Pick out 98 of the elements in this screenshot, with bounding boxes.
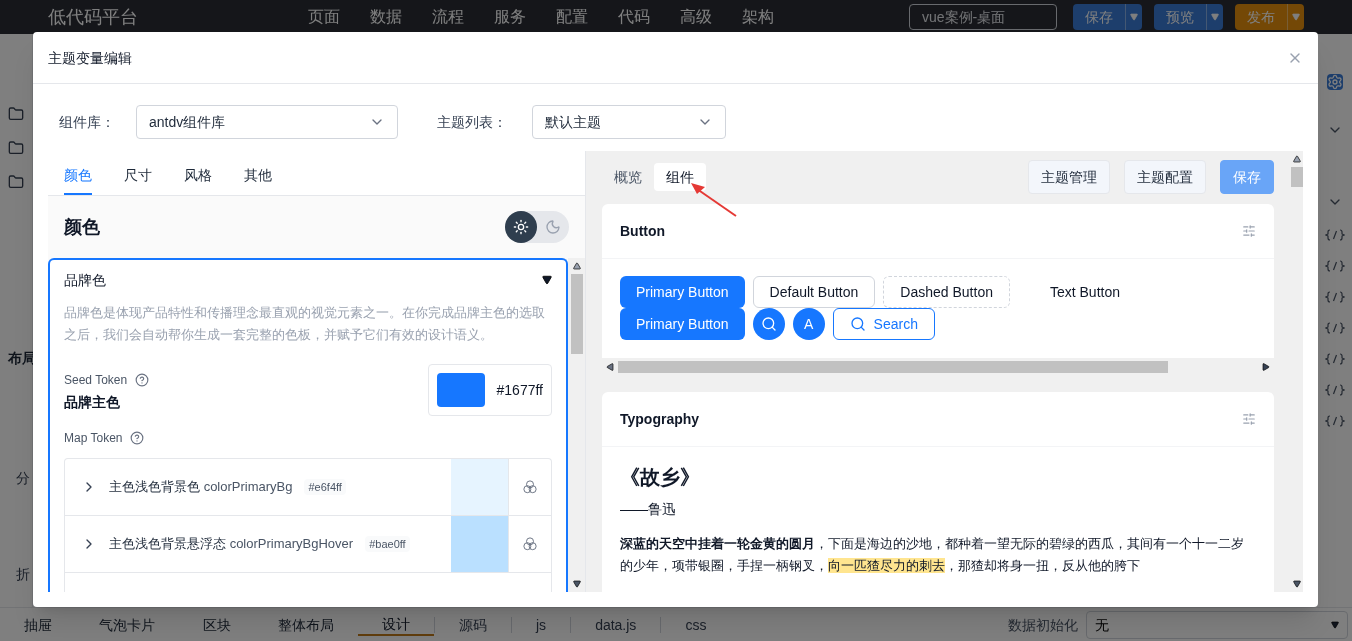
sun-icon[interactable] bbox=[505, 211, 537, 243]
scrollbar[interactable] bbox=[568, 258, 585, 592]
article-title: 《故乡》 bbox=[620, 465, 701, 490]
palette-icon[interactable] bbox=[523, 480, 537, 494]
toolbar-button[interactable]: 主题配置 bbox=[1124, 160, 1206, 194]
split-button[interactable]: 保存 bbox=[1073, 4, 1142, 30]
component-label[interactable]: 整体布局 bbox=[278, 614, 335, 635]
caret-icon[interactable] bbox=[542, 275, 552, 285]
nav-link[interactable]: 流程 bbox=[432, 5, 464, 29]
token-name: 品牌主色 bbox=[64, 393, 121, 412]
hex-tag: #bae0ff bbox=[365, 535, 410, 553]
palette-icon[interactable] bbox=[523, 537, 537, 551]
code-icon[interactable] bbox=[1325, 415, 1345, 427]
editor-tab[interactable]: 设计 bbox=[358, 613, 434, 636]
scroll-down-icon[interactable] bbox=[1292, 580, 1301, 588]
component-label[interactable]: 抽屉 bbox=[23, 614, 52, 635]
save-button[interactable]: 保存 bbox=[1220, 160, 1274, 194]
caret-icon bbox=[1211, 13, 1219, 21]
nav-link[interactable]: 页面 bbox=[308, 5, 340, 29]
card-title: Button bbox=[620, 222, 666, 241]
code-icon[interactable] bbox=[1325, 229, 1345, 241]
help-icon[interactable] bbox=[130, 431, 145, 445]
editor-tab[interactable]: js bbox=[512, 614, 571, 635]
code-icon[interactable] bbox=[1325, 322, 1345, 334]
hex-tag: #e6f4ff bbox=[304, 478, 346, 496]
caret-icon bbox=[1331, 620, 1339, 629]
nav-link[interactable]: 代码 bbox=[618, 5, 650, 29]
nav-link[interactable]: 服务 bbox=[494, 5, 526, 29]
dialog-title: 主题变量编辑 bbox=[48, 48, 132, 68]
scroll-thumb[interactable] bbox=[1290, 167, 1303, 187]
component-label[interactable]: 气泡卡片 bbox=[99, 614, 156, 635]
init-select[interactable]: 无 bbox=[1086, 610, 1348, 639]
scroll-up-icon[interactable] bbox=[1292, 155, 1301, 163]
field-label: 组件库： bbox=[59, 112, 116, 132]
circle-button[interactable]: A bbox=[792, 308, 825, 340]
field-label: 主题列表： bbox=[437, 112, 508, 132]
library-select[interactable]: antdv组件库 bbox=[136, 104, 398, 139]
nav-link[interactable]: 架构 bbox=[742, 5, 774, 29]
token-title: 主色浅色背景悬浮态 colorPrimaryBgHover bbox=[109, 535, 354, 554]
scroll-down-icon[interactable] bbox=[572, 580, 581, 588]
toolbar-button[interactable]: 主题管理 bbox=[1028, 160, 1110, 194]
token-tab[interactable]: 尺寸 bbox=[124, 165, 152, 195]
editor-tab[interactable]: 源码 bbox=[435, 614, 511, 635]
scroll-right-icon[interactable] bbox=[1262, 362, 1270, 371]
code-icon[interactable] bbox=[1325, 260, 1345, 272]
component-label[interactable]: 区块 bbox=[202, 614, 231, 635]
article-paragraph: 深蓝的天空中挂着一轮金黄的圆月，下面是海边的沙地，都种着一望无际的碧绿的西瓜，其间有一个十一二岁的少年，项带银圈，手捏一柄钢叉，向一匹猹尽力的刺去，那猹却将身一扭，反从他的胯下 bbox=[620, 535, 1245, 575]
token-tab[interactable]: 其他 bbox=[244, 165, 272, 195]
token-label: Seed Token bbox=[64, 372, 128, 388]
scroll-thumb[interactable] bbox=[570, 274, 583, 354]
editor-tab[interactable]: data.js bbox=[571, 614, 661, 635]
category-label: 折 bbox=[15, 565, 30, 584]
default-button[interactable]: Default Button bbox=[752, 276, 876, 308]
dashed-button[interactable]: Dashed Button bbox=[883, 276, 1010, 308]
token-label: Map Token bbox=[64, 430, 123, 446]
caret-icon bbox=[1292, 13, 1300, 21]
field-label: 数据初始化 bbox=[1008, 615, 1078, 635]
nav-link[interactable]: 配置 bbox=[556, 5, 588, 29]
color-hex: #1677ff bbox=[496, 381, 543, 400]
settings-icon[interactable] bbox=[1327, 74, 1343, 90]
article-author: ——鲁迅 bbox=[620, 500, 677, 519]
code-icon[interactable] bbox=[1325, 384, 1345, 396]
caret-icon bbox=[1130, 13, 1138, 21]
section-title: 颜色 bbox=[64, 216, 100, 239]
folder-icon bbox=[8, 174, 24, 190]
app-logo: 低代码平台 bbox=[48, 6, 139, 29]
search-button[interactable]: Search bbox=[832, 308, 935, 340]
theme-mode-toggle[interactable] bbox=[505, 211, 569, 243]
theme-select[interactable]: 默认主题 bbox=[532, 104, 726, 139]
search-icon bbox=[760, 316, 777, 332]
card-title: Typography bbox=[620, 410, 700, 429]
group-title: 品牌色 bbox=[64, 271, 106, 290]
text-button[interactable]: Text Button bbox=[1033, 276, 1136, 308]
nav-link[interactable]: 高级 bbox=[680, 5, 712, 29]
token-title: 主色浅色背景色 colorPrimaryBg bbox=[109, 478, 293, 497]
settings-icon[interactable] bbox=[1242, 224, 1256, 238]
color-picker[interactable]: #1677ff bbox=[427, 364, 552, 416]
scroll-thumb[interactable] bbox=[618, 360, 1168, 373]
editor-tab[interactable]: css bbox=[661, 614, 731, 635]
folder-icon bbox=[8, 106, 24, 122]
nav-link[interactable]: 数据 bbox=[370, 5, 402, 29]
token-tab[interactable]: 风格 bbox=[184, 165, 212, 195]
page-select[interactable]: vue案例-桌面 bbox=[909, 4, 1057, 30]
primary-button[interactable]: Primary Button bbox=[620, 276, 745, 308]
scroll-up-icon[interactable] bbox=[572, 262, 581, 270]
preview-tab[interactable]: 概览 bbox=[602, 163, 654, 191]
settings-icon[interactable] bbox=[1242, 412, 1256, 426]
category-label: 分 bbox=[15, 469, 30, 488]
preview-tab[interactable]: 组件 bbox=[654, 163, 706, 191]
split-button[interactable]: 预览 bbox=[1154, 4, 1223, 30]
code-icon[interactable] bbox=[1325, 353, 1345, 365]
search-icon bbox=[849, 316, 866, 332]
search-button[interactable] bbox=[752, 308, 785, 340]
folder-icon bbox=[8, 140, 24, 156]
code-icon[interactable] bbox=[1325, 291, 1345, 303]
primary-button[interactable]: Primary Button bbox=[620, 308, 745, 340]
scroll-left-icon[interactable] bbox=[606, 362, 614, 371]
help-icon[interactable] bbox=[135, 373, 150, 387]
